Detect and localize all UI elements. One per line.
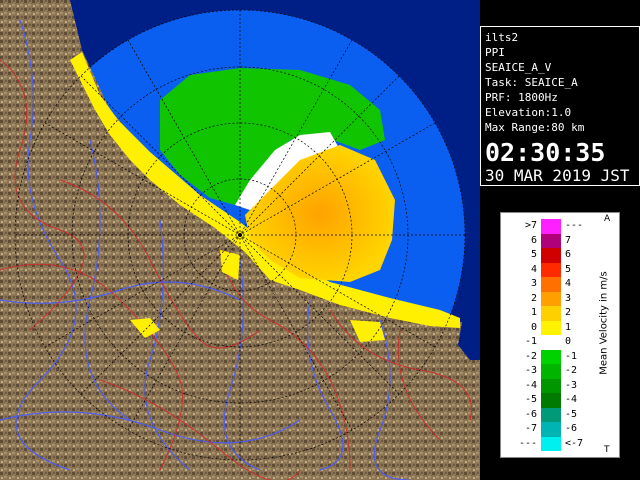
legend-swatch [541, 364, 561, 379]
legend-lower-bound: 0 [530, 321, 537, 333]
velocity-legend: >7 --- 6 7 5 6 4 5 3 4 2 3 1 2 0 1 -1 0 -2 -1 -3 -2 -4 -3 -5 -4 -6… [500, 212, 620, 458]
legend-swatch [541, 349, 561, 364]
legend-lower-bound: --- [518, 437, 537, 449]
legend-upper-bound: 6 [565, 249, 572, 260]
legend-swatch [541, 335, 561, 350]
legend-row: --- <-7 [501, 436, 621, 451]
legend-lower-bound: 1 [530, 307, 537, 318]
legend-swatch [541, 291, 561, 306]
scan-time: 02:30:35 [485, 138, 606, 167]
legend-lower-bound: 5 [530, 249, 537, 260]
legend-swatch [541, 378, 561, 393]
info-panel: ilts2 PPI SEAICE_A_V Task: SEAICE_A PRF:… [480, 26, 640, 186]
legend-swatch [541, 393, 561, 408]
elevation-value: Elevation:1.0 [485, 106, 572, 119]
legend-upper-bound: -1 [565, 350, 578, 362]
legend-swatch [541, 248, 561, 263]
radar-map [0, 0, 480, 480]
task-name: Task: SEAICE_A [485, 76, 578, 89]
legend-lower-bound: -7 [524, 423, 537, 434]
max-range-value: Max Range:80 km [485, 121, 585, 134]
legend-lower-bound: -3 [524, 365, 537, 376]
prf-value: PRF: 1800Hz [485, 91, 558, 104]
legend-swatch [541, 436, 561, 451]
legend-upper-bound: <-7 [565, 437, 584, 449]
legend-lower-bound: -6 [524, 408, 537, 420]
site-name: ilts2 [485, 31, 519, 44]
legend-swatch [541, 422, 561, 437]
legend-upper-bound: 1 [565, 321, 572, 333]
legend-lower-bound: -5 [524, 394, 537, 405]
legend-swatch [541, 320, 561, 335]
legend-upper-bound: --- [565, 220, 584, 231]
legend-upper-bound: -5 [565, 408, 578, 420]
product-name: SEAICE_A_V [485, 61, 552, 74]
legend-upper-bound: 7 [565, 234, 572, 246]
legend-lower-bound: -1 [524, 336, 537, 347]
scan-date: 30 MAR 2019 JST [485, 166, 630, 185]
legend-swatch [541, 306, 561, 321]
legend-upper-bound: -6 [565, 423, 578, 434]
legend-swatch [541, 277, 561, 292]
legend-upper-bound: -2 [565, 365, 578, 376]
legend-bottom-marker: T [604, 445, 610, 455]
legend-row: -7 -6 [501, 422, 621, 437]
radar-site-marker [238, 233, 242, 237]
legend-lower-bound: 2 [530, 292, 537, 304]
legend-upper-bound: -4 [565, 394, 578, 405]
legend-lower-bound: -4 [524, 379, 537, 391]
legend-upper-bound: 3 [565, 292, 572, 304]
legend-upper-bound: -3 [565, 379, 578, 391]
scan-mode: PPI [485, 46, 505, 59]
legend-upper-bound: 2 [565, 307, 572, 318]
legend-upper-bound: 0 [565, 336, 572, 347]
legend-lower-bound: 6 [530, 234, 537, 246]
legend-lower-bound: 4 [530, 263, 537, 275]
legend-title-box: Mean Velocity in m/s [593, 233, 615, 413]
legend-lower-bound: 3 [530, 278, 537, 289]
legend-row: >7 --- [501, 219, 621, 234]
legend-swatch [541, 262, 561, 277]
legend-top-marker: A [604, 214, 611, 224]
legend-lower-bound: >7 [524, 220, 537, 231]
legend-lower-bound: -2 [524, 350, 537, 362]
legend-swatch [541, 219, 561, 234]
legend-swatch [541, 233, 561, 248]
legend-upper-bound: 5 [565, 263, 572, 275]
legend-upper-bound: 4 [565, 278, 572, 289]
legend-swatch [541, 407, 561, 422]
legend-title: Mean Velocity in m/s [598, 271, 610, 375]
